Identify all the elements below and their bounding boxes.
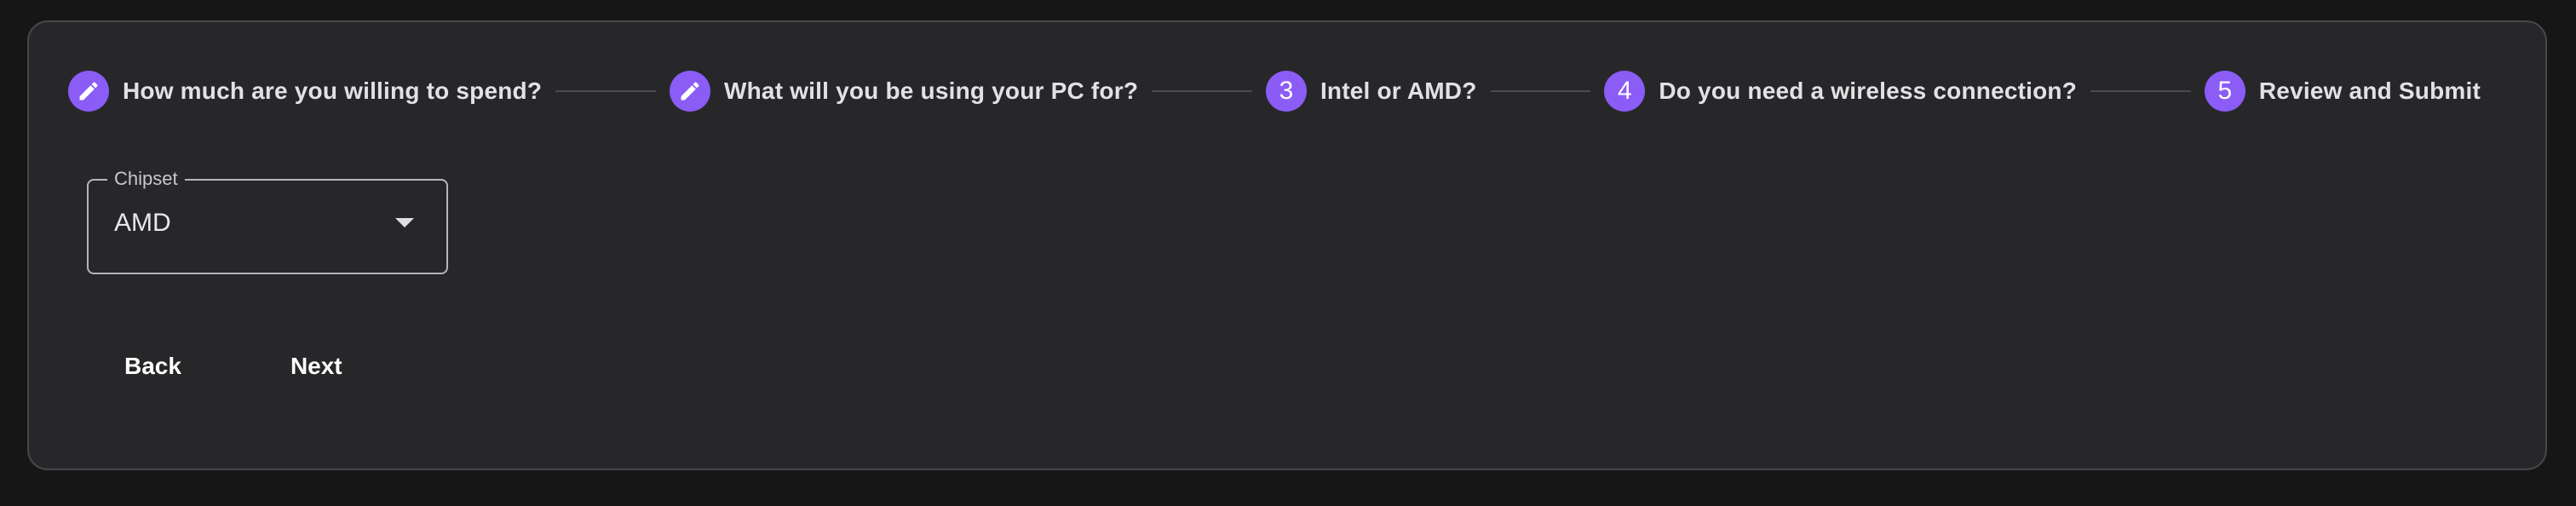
pencil-icon [79,82,98,101]
step-connector [1152,90,1252,92]
step-connector [1490,90,1591,92]
step-edit-badge [670,71,710,112]
step-number-badge: 5 [2204,71,2245,112]
chipset-select[interactable]: Chipset AMD [87,167,448,274]
pencil-icon [681,82,699,101]
step-label: Intel or AMD? [1320,78,1477,104]
step-budget[interactable]: How much are you willing to spend? [68,71,542,112]
form-actions: Back Next [109,344,358,388]
dropdown-arrow-icon[interactable] [395,218,414,227]
step-number-badge: 4 [1604,71,1646,112]
chipset-label: Chipset [107,167,185,191]
step-number-badge: 3 [1265,71,1307,112]
step-connector [2090,90,2191,92]
back-button[interactable]: Back [109,344,197,388]
chipset-value: AMD [114,209,171,237]
next-button[interactable]: Next [275,344,358,388]
step-edit-badge [68,71,109,112]
step-label: Review and Submit [2258,78,2481,104]
step-review[interactable]: 5 Review and Submit [2204,71,2481,112]
step-label: What will you be using your PC for? [724,78,1139,104]
step-wireless[interactable]: 4 Do you need a wireless connection? [1604,71,2077,112]
step-usage[interactable]: What will you be using your PC for? [670,71,1138,112]
step-chipset[interactable]: 3 Intel or AMD? [1265,71,1477,112]
step-label: How much are you willing to spend? [123,78,543,104]
step-label: Do you need a wireless connection? [1659,78,2078,104]
stepper: How much are you willing to spend? What … [68,70,2481,112]
step-connector [555,90,656,92]
